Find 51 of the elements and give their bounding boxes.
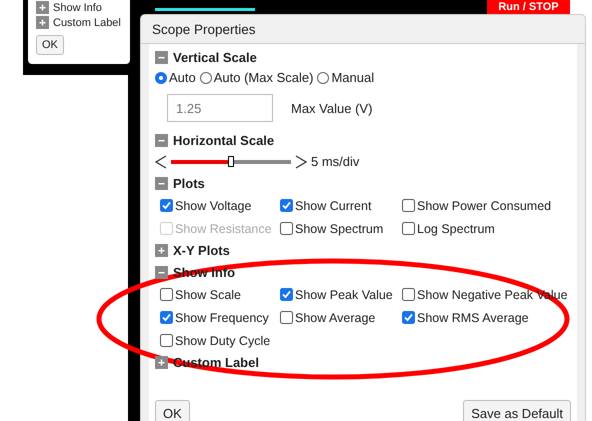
plus-icon[interactable] [36, 16, 49, 29]
ok-button[interactable]: OK [36, 35, 64, 55]
checkbox-option[interactable]: Show RMS Average [402, 309, 571, 326]
field-label: Max Value (V) [291, 100, 372, 116]
radio-option[interactable]: Auto (Max Scale) [200, 70, 314, 85]
checkbox[interactable] [402, 311, 415, 324]
checkbox-option[interactable]: Log Spectrum [402, 220, 571, 237]
plus-icon[interactable] [155, 356, 168, 368]
minus-icon[interactable] [155, 176, 168, 190]
chevron-right-icon[interactable] [295, 154, 307, 168]
section-title[interactable]: X-Y Plots [173, 242, 230, 258]
checkbox[interactable] [160, 311, 173, 324]
section-title[interactable]: Horizontal Scale [173, 132, 274, 148]
checkbox[interactable] [160, 334, 173, 347]
radio-option[interactable]: Auto [155, 70, 196, 85]
checkbox[interactable] [160, 199, 173, 212]
checkbox[interactable] [160, 288, 173, 301]
max-value-field[interactable]: 1.25 [167, 94, 273, 122]
section-title[interactable]: Custom Label [53, 16, 121, 28]
chevron-left-icon[interactable] [155, 154, 167, 168]
minus-icon[interactable] [155, 134, 168, 146]
checkbox[interactable] [280, 222, 293, 235]
checkbox-option[interactable]: Show Frequency [160, 309, 280, 326]
scale-reading: 5 ms/div [311, 154, 360, 169]
plus-icon[interactable] [155, 244, 168, 256]
section-title[interactable]: Show Info [53, 2, 102, 14]
save-default-button[interactable]: Save as Default [463, 400, 571, 421]
checkbox[interactable] [280, 311, 293, 324]
ok-button[interactable]: OK [155, 400, 190, 421]
section-title[interactable]: Plots [173, 176, 205, 190]
time-slider[interactable] [171, 156, 291, 168]
checkbox-option[interactable]: Show Duty Cycle [160, 332, 280, 349]
checkbox-option[interactable]: Show Peak Value [280, 286, 402, 303]
checkbox-option[interactable]: Show Spectrum [280, 220, 402, 237]
minus-icon[interactable] [155, 266, 168, 278]
slider-thumb[interactable] [228, 156, 234, 166]
radio-option[interactable]: Manual [317, 70, 374, 85]
checkbox-option[interactable]: Show Current [280, 197, 402, 214]
plus-icon[interactable] [36, 1, 49, 14]
checkbox-option[interactable]: Show Power Consumed [402, 197, 571, 214]
run-stop-button[interactable]: Run / STOP [487, 0, 570, 14]
checkbox-option[interactable]: Show Average [280, 309, 402, 326]
minus-icon[interactable] [155, 50, 168, 64]
checkbox[interactable] [280, 199, 293, 212]
checkbox[interactable] [280, 288, 293, 301]
checkbox[interactable] [402, 199, 415, 212]
checkbox[interactable] [402, 222, 415, 235]
checkbox-option[interactable]: Show Voltage [160, 197, 280, 214]
section-title[interactable]: Vertical Scale [173, 50, 257, 64]
checkbox-option[interactable]: Show Scale [160, 286, 280, 303]
checkbox[interactable] [402, 288, 415, 301]
